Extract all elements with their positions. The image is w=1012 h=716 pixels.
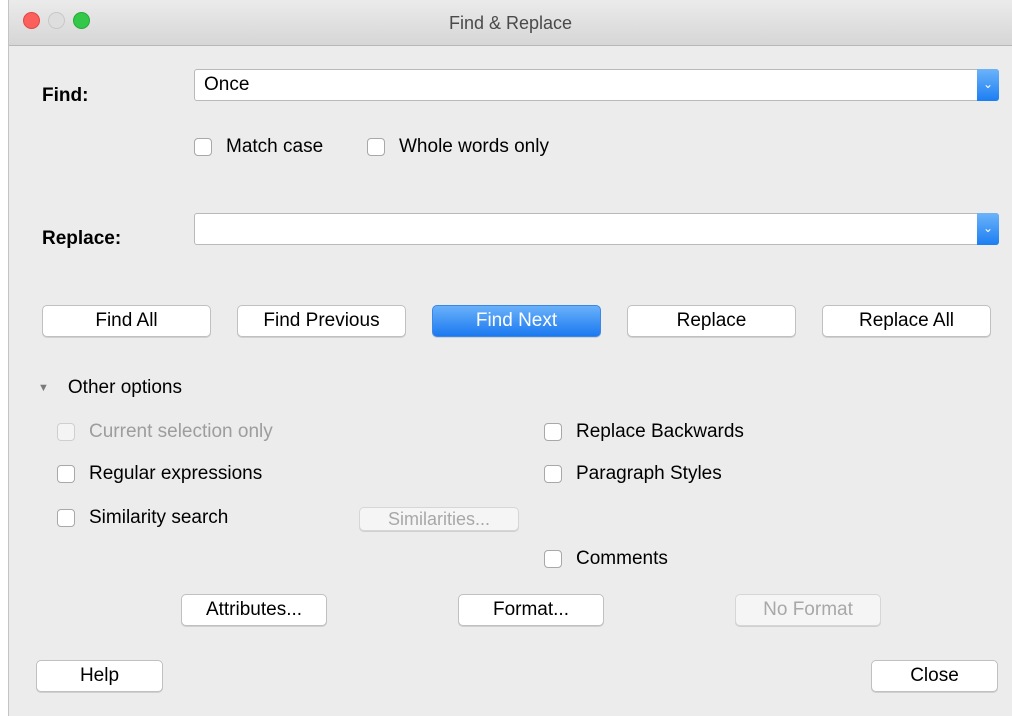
checkbox-box[interactable] <box>544 550 562 568</box>
find-all-button[interactable]: Find All <box>42 305 211 337</box>
window-title: Find & Replace <box>448 13 573 33</box>
checkbox-box <box>57 423 75 441</box>
replace-backwards-label: Replace Backwards <box>576 421 744 442</box>
paragraph-styles-label: Paragraph Styles <box>576 463 722 484</box>
paragraph-styles-checkbox[interactable]: Paragraph Styles <box>544 463 722 485</box>
similarity-search-checkbox[interactable]: Similarity search <box>57 507 228 529</box>
checkbox-box[interactable] <box>544 423 562 441</box>
comments-label: Comments <box>576 548 668 569</box>
no-format-button: No Format <box>735 594 881 626</box>
checkbox-box[interactable] <box>194 138 212 156</box>
match-case-checkbox[interactable]: Match case <box>194 136 323 158</box>
replace-all-button[interactable]: Replace All <box>822 305 991 337</box>
find-input[interactable]: Once <box>204 74 249 96</box>
similarity-search-label: Similarity search <box>89 507 229 528</box>
chevron-down-icon[interactable]: ⌄ <box>977 213 999 245</box>
checkbox-box[interactable] <box>367 138 385 156</box>
checkbox-box[interactable] <box>544 465 562 483</box>
format-button[interactable]: Format... <box>458 594 604 626</box>
find-replace-dialog: Find & Replace Find: Once ⌄ Match case W… <box>8 0 1012 716</box>
whole-words-checkbox[interactable]: Whole words only <box>367 136 549 158</box>
help-button[interactable]: Help <box>36 660 163 692</box>
title-bar: Find & Replace <box>9 0 1012 46</box>
other-options-label: Other options <box>67 377 182 398</box>
replace-combobox[interactable]: ⌄ <box>194 213 999 245</box>
checkbox-box[interactable] <box>57 465 75 483</box>
regular-expressions-checkbox[interactable]: Regular expressions <box>57 463 262 485</box>
find-combobox[interactable]: Once ⌄ <box>194 69 999 101</box>
match-case-label: Match case <box>226 136 324 157</box>
replace-backwards-checkbox[interactable]: Replace Backwards <box>544 421 744 443</box>
disclosure-triangle-icon[interactable]: ▼ <box>38 382 49 394</box>
whole-words-label: Whole words only <box>399 136 549 157</box>
checkbox-box[interactable] <box>57 509 75 527</box>
similarities-button: Similarities... <box>359 507 519 531</box>
replace-label: Replace: <box>42 228 122 249</box>
find-label: Find: <box>42 85 89 106</box>
close-button[interactable]: Close <box>871 660 998 692</box>
current-selection-only-checkbox: Current selection only <box>57 421 273 443</box>
comments-checkbox[interactable]: Comments <box>544 548 668 570</box>
attributes-button[interactable]: Attributes... <box>181 594 327 626</box>
chevron-down-icon[interactable]: ⌄ <box>977 69 999 101</box>
current-selection-only-label: Current selection only <box>89 421 273 442</box>
regular-expressions-label: Regular expressions <box>89 463 263 484</box>
other-options-disclosure[interactable]: ▼ Other options <box>38 377 182 399</box>
find-next-button[interactable]: Find Next <box>432 305 601 337</box>
find-previous-button[interactable]: Find Previous <box>237 305 406 337</box>
replace-button[interactable]: Replace <box>627 305 796 337</box>
